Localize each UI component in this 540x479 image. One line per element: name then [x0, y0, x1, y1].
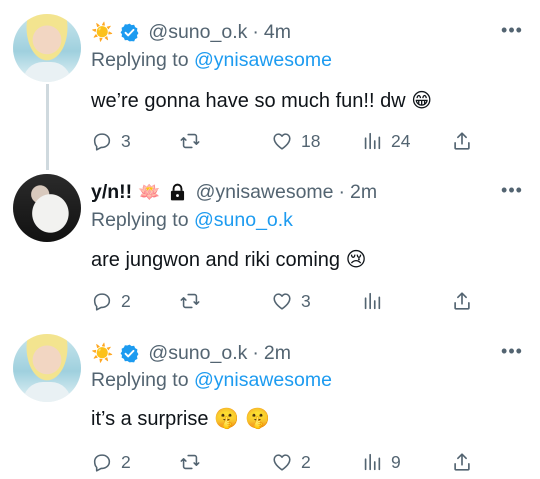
- reply-count: 3: [121, 130, 131, 151]
- like-button[interactable]: 18: [271, 128, 320, 154]
- lock-icon: [167, 182, 188, 203]
- separator-dot: ·: [252, 341, 259, 364]
- reply-button[interactable]: 2: [91, 449, 131, 475]
- tweet[interactable]: y/n!! 🪷 @ynisawesome · 2m ••• Replying t…: [0, 162, 540, 322]
- tweet-text-content: it’s a surprise: [91, 408, 215, 430]
- like-count: 18: [301, 130, 321, 151]
- action-bar: 3 18 24: [91, 128, 491, 154]
- mention-link[interactable]: @ynisawesome: [194, 369, 332, 391]
- tweet-text-content: are jungwon and riki coming: [91, 249, 346, 271]
- retweet-icon: [179, 130, 201, 152]
- share-icon: [451, 451, 473, 473]
- crying-emoji: 😢: [345, 247, 367, 271]
- user-handle[interactable]: @suno_o.k: [148, 342, 247, 365]
- reply-count: 2: [121, 451, 131, 472]
- avatar[interactable]: [13, 334, 81, 402]
- user-handle[interactable]: @suno_o.k: [148, 21, 247, 44]
- share-icon: [451, 290, 473, 312]
- shushing-emoji: 🤫 🤫: [214, 406, 271, 430]
- verified-badge-icon: [119, 22, 140, 43]
- grin-emoji: 😁: [411, 88, 433, 112]
- retweet-icon: [179, 451, 201, 473]
- reply-icon: [91, 290, 113, 312]
- timestamp[interactable]: 2m: [350, 181, 377, 204]
- replying-to: Replying to @suno_o.k: [91, 209, 293, 235]
- share-button[interactable]: [451, 449, 481, 475]
- user-handle[interactable]: @ynisawesome: [196, 181, 334, 204]
- more-icon[interactable]: •••: [501, 20, 522, 40]
- views-button[interactable]: [361, 288, 391, 314]
- replying-prefix: Replying to: [91, 369, 189, 391]
- avatar[interactable]: [13, 14, 81, 82]
- tweet[interactable]: ☀️ @suno_o.k · 2m ••• Replying to @ynisa…: [0, 322, 540, 479]
- mention-link[interactable]: @suno_o.k: [194, 209, 293, 231]
- views-count: 24: [391, 130, 411, 151]
- display-name[interactable]: y/n!!: [91, 181, 132, 204]
- reply-button[interactable]: 3: [91, 128, 131, 154]
- views-button[interactable]: 24: [361, 128, 410, 154]
- mention-link[interactable]: @ynisawesome: [194, 49, 332, 71]
- like-icon: [271, 290, 293, 312]
- tweet-text: are jungwon and riki coming 😢: [91, 247, 366, 277]
- retweet-button[interactable]: [179, 449, 209, 475]
- reply-icon: [91, 451, 113, 473]
- retweet-button[interactable]: [179, 128, 209, 154]
- separator-dot: ·: [252, 20, 259, 43]
- sun-emoji: ☀️: [91, 342, 114, 364]
- action-bar: 2 2 9: [91, 449, 491, 475]
- share-button[interactable]: [451, 288, 481, 314]
- action-bar: 2 3: [91, 288, 491, 314]
- views-button[interactable]: 9: [361, 449, 401, 475]
- views-icon: [361, 130, 383, 152]
- share-icon: [451, 130, 473, 152]
- tweet-header: ☀️ @suno_o.k · 4m: [91, 19, 291, 45]
- like-button[interactable]: 3: [271, 288, 311, 314]
- like-icon: [271, 130, 293, 152]
- tweet-header: y/n!! 🪷 @ynisawesome · 2m: [91, 179, 377, 205]
- like-button[interactable]: 2: [271, 449, 311, 475]
- reply-button[interactable]: 2: [91, 288, 131, 314]
- replying-prefix: Replying to: [91, 209, 189, 231]
- separator-dot: ·: [338, 180, 346, 203]
- replying-to: Replying to @ynisawesome: [91, 369, 332, 395]
- reply-count: 2: [121, 290, 131, 311]
- more-icon[interactable]: •••: [501, 180, 522, 200]
- tweet[interactable]: ☀️ @suno_o.k · 4m ••• Replying to @ynisa…: [0, 0, 540, 162]
- reply-icon: [91, 130, 113, 152]
- like-count: 2: [301, 451, 311, 472]
- tweet-text: it’s a surprise 🤫 🤫: [91, 406, 270, 436]
- retweet-icon: [179, 290, 201, 312]
- tweet-header: ☀️ @suno_o.k · 2m: [91, 340, 291, 366]
- avatar[interactable]: [13, 174, 81, 242]
- more-icon[interactable]: •••: [501, 341, 522, 361]
- timestamp[interactable]: 4m: [264, 21, 291, 44]
- like-icon: [271, 451, 293, 473]
- replying-prefix: Replying to: [91, 49, 189, 71]
- views-count: 9: [391, 451, 401, 472]
- retweet-button[interactable]: [179, 288, 209, 314]
- tweet-text-content: we’re gonna have so much fun!! dw: [91, 90, 412, 112]
- tweet-text: we’re gonna have so much fun!! dw 😁: [91, 88, 432, 118]
- sun-emoji: ☀️: [91, 21, 114, 43]
- views-icon: [361, 451, 383, 473]
- share-button[interactable]: [451, 128, 481, 154]
- verified-badge-icon: [119, 343, 140, 364]
- replying-to: Replying to @ynisawesome: [91, 49, 332, 75]
- timestamp[interactable]: 2m: [264, 342, 291, 365]
- views-icon: [361, 290, 383, 312]
- lotus-emoji: 🪷: [138, 181, 161, 203]
- like-count: 3: [301, 290, 311, 311]
